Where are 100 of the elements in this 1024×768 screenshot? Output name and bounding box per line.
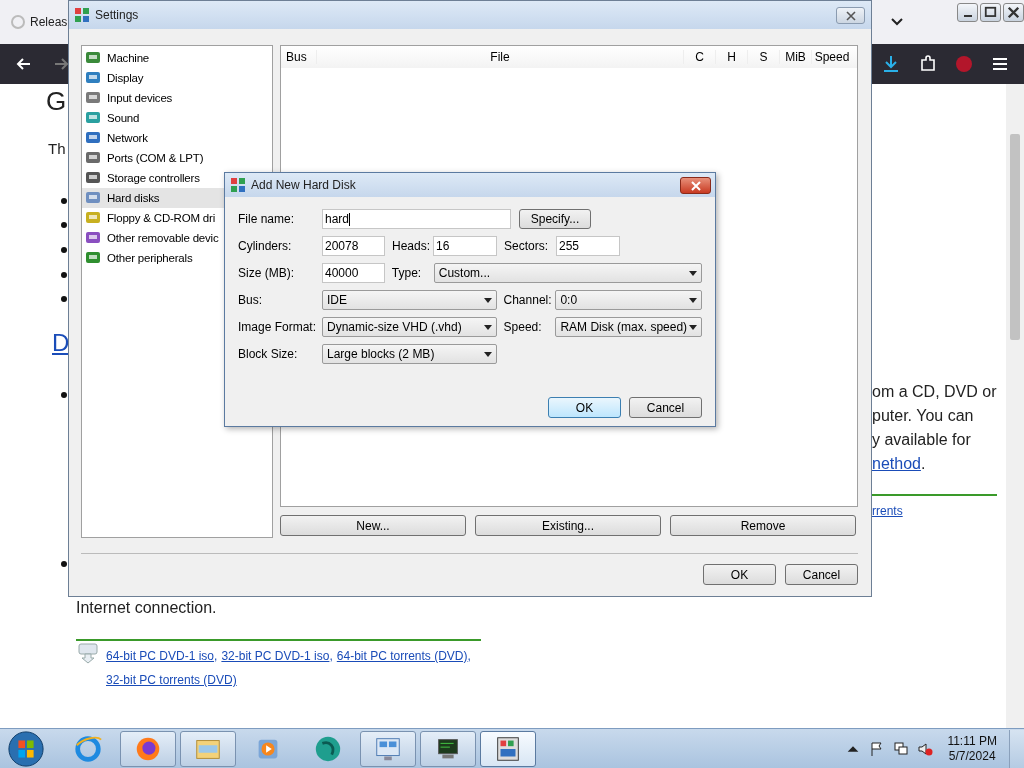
scroll-thumb[interactable] [1010,134,1020,340]
category-item[interactable]: Network [82,128,272,148]
paragraph-line: om a CD, DVD or [872,382,997,402]
minimize-icon [963,14,972,17]
column-header[interactable]: C [683,50,715,64]
device-icon [85,150,101,166]
device-icon [85,70,101,86]
device-icon [85,50,101,66]
bullet-icon [61,247,67,253]
start-button[interactable] [7,730,45,768]
close-icon [689,180,702,191]
heading-link[interactable]: D [52,329,70,357]
period-text: . [920,455,926,472]
chevron-down-icon[interactable] [890,17,904,27]
taskbar-button[interactable] [480,731,536,767]
disk-button[interactable]: Remove [670,515,856,536]
dialog-button[interactable]: Cancel [785,564,858,585]
column-header[interactable]: File [316,50,683,64]
heads-field[interactable]: 16 [433,236,497,256]
bullet-icon [61,198,67,204]
disk-button[interactable]: New... [280,515,466,536]
channel-dropdown[interactable]: 0:0 [555,290,702,310]
field-label: Image Format: [238,320,318,334]
volume-muted-icon[interactable] [917,741,934,757]
paragraph: Internet connection. [76,599,217,617]
column-header[interactable]: H [715,50,747,64]
field-label: Sectors: [504,239,549,253]
size-field[interactable]: 40000 [322,263,385,283]
device-icon [85,190,101,206]
download-icon[interactable] [881,54,901,74]
app-icon [74,7,90,23]
bullet-icon [61,561,67,567]
loading-icon [10,14,26,30]
paragraph: Th [48,140,66,157]
dialog-button[interactable]: Cancel [629,397,702,418]
image-format-dropdown[interactable]: Dynamic-size VHD (.vhd) [322,317,497,337]
column-header[interactable]: MiB [779,50,811,64]
comma-text: , [214,649,218,663]
file-name-field[interactable]: hard [322,209,511,229]
speed-dropdown[interactable]: RAM Disk (max. speed) [555,317,702,337]
specify-button[interactable]: Specify... [519,209,591,229]
field-label: File name: [238,212,296,226]
dialog-button[interactable]: OK [548,397,621,418]
heading: G [46,86,67,117]
minimize-button[interactable] [957,3,978,22]
taskbar-button[interactable] [120,731,176,767]
comma-text: , [329,649,333,663]
device-icon [85,210,101,226]
network-icon[interactable] [893,741,910,757]
block-size-dropdown[interactable]: Large blocks (2 MB) [322,344,497,364]
field-label: Type: [391,266,423,280]
device-icon [85,170,101,186]
caret-icon [689,270,697,276]
maximize-button[interactable] [980,3,1001,22]
category-item[interactable]: Input devices [82,88,272,108]
category-item[interactable]: Display [82,68,272,88]
field-label: Cylinders: [238,239,293,253]
caret-icon [689,324,697,330]
download-link[interactable]: 32-bit PC torrents (DVD) [106,673,237,687]
paragraph-line: puter. You can [872,406,975,426]
disk-button[interactable]: Existing... [475,515,661,536]
paragraph-line: y available for [872,430,972,450]
dialog-button[interactable]: OK [703,564,776,585]
type-dropdown[interactable]: Custom... [433,263,702,283]
device-icon [85,110,101,126]
download-icon [77,642,99,664]
caret-icon [483,297,492,303]
scrollbar[interactable] [1006,84,1024,728]
clock-time[interactable]: 11:11 PM [947,734,997,749]
close-button[interactable] [680,177,711,194]
column-header[interactable]: Speed [811,50,852,64]
clock-date[interactable]: 5/7/2024 [948,749,996,764]
window-title: Settings [95,8,139,22]
category-item[interactable]: Ports (COM & LPT) [82,148,272,168]
caret-icon [483,324,492,330]
field-label: Block Size: [238,347,299,361]
column-header[interactable]: Bus [286,50,316,64]
sectors-field[interactable]: 255 [556,236,620,256]
bus-dropdown[interactable]: IDE [322,290,497,310]
orb-icon [313,734,343,764]
close-icon [844,10,857,21]
tab-title[interactable]: Releas [30,15,68,29]
bullet-icon [61,392,67,398]
field-label: Heads: [392,239,432,253]
method-link[interactable]: nethod [872,455,921,472]
caret-icon [484,351,492,357]
bullet-icon [61,296,67,302]
taskbar-button[interactable] [420,731,476,767]
column-header[interactable]: S [747,50,779,64]
category-item[interactable]: Sound [82,108,272,128]
device-icon [85,230,101,246]
torrents-link[interactable]: rrents [872,504,903,518]
close-button[interactable] [1003,3,1024,22]
bullet-icon [61,272,67,278]
close-button[interactable] [836,7,865,24]
device-icon [85,250,101,266]
globe-icon [73,734,103,764]
caret-icon [689,297,697,303]
cylinders-field[interactable]: 20078 [322,236,385,256]
category-item[interactable]: Machine [82,48,272,68]
